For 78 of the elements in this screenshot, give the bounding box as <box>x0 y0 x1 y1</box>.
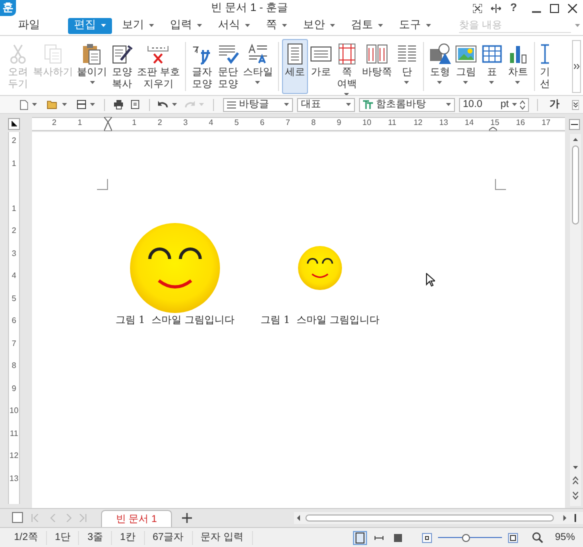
outline-dropdown[interactable]: 대표 <box>296 98 355 112</box>
menu-tab[interactable]: 입력 <box>164 18 208 34</box>
ruler-number: 11 <box>388 118 396 127</box>
ruler-number: 1 <box>78 118 82 127</box>
ruler-number: 4 <box>208 118 214 127</box>
style-dropdown[interactable]: 바탕글 <box>222 98 293 112</box>
menu-tab[interactable]: 편집 <box>68 18 112 34</box>
ruler-number: 13 <box>10 474 18 484</box>
ribbon-button[interactable]: 붙이기 <box>75 39 109 94</box>
ribbon-button[interactable]: 모양 복사 <box>109 39 135 94</box>
ribbon-button[interactable]: 스타일 <box>240 39 275 94</box>
status-text: 3줄 <box>79 530 112 544</box>
ruler-number: 1 <box>12 204 16 214</box>
zoom-reading: 95% <box>554 531 575 545</box>
ruler-number: 10 <box>362 118 372 127</box>
status-text: 1단 <box>46 530 80 544</box>
search-field[interactable]: 찾을 내용 <box>459 18 571 32</box>
ruler-number: 13 <box>439 118 448 127</box>
menu-tab[interactable]: 파일 <box>12 18 46 34</box>
ruler-number: 12 <box>414 118 422 127</box>
ribbon-button[interactable]: 기 선 <box>538 39 552 94</box>
status-text: 문자 입력 <box>192 530 252 544</box>
ruler-number: 6 <box>12 316 16 326</box>
ruler-number: 2 <box>12 136 16 146</box>
ribbon-button[interactable]: 조판 부호 지우기 <box>135 39 182 94</box>
status-text: 1칸 <box>112 530 145 544</box>
ribbon-button[interactable]: 문단 모양 <box>214 39 241 94</box>
font-dropdown[interactable]: 함초롬바탕 <box>358 98 455 112</box>
ruler-number: 7 <box>286 118 290 127</box>
font-size-field[interactable]: 10.0 pt <box>458 98 529 112</box>
ruler-number: 2 <box>52 118 56 127</box>
ruler-number: 9 <box>336 118 342 127</box>
ruler-number: 1 <box>12 158 16 168</box>
menu-tab[interactable]: 도구 <box>393 18 437 34</box>
ribbon-button[interactable]: 세로 <box>282 39 308 94</box>
menu-tab[interactable]: 보안 <box>297 18 341 34</box>
figure-caption: 그림 1 스마일 그림입니다 <box>115 315 235 327</box>
menu-tab[interactable]: 보기 <box>116 18 160 34</box>
menu-tab[interactable]: 쪽 <box>260 18 293 34</box>
ribbon-button[interactable]: 그림 <box>452 39 479 94</box>
ruler-number: 2 <box>12 226 16 236</box>
ruler-number: 16 <box>516 118 525 127</box>
ruler-number: 5 <box>12 294 16 304</box>
ruler-number: 15 <box>490 118 500 127</box>
app-logo: 훈 <box>0 0 16 16</box>
ruler-number: 3 <box>12 248 16 258</box>
ruler-number: 2 <box>158 118 162 127</box>
ruler-number: 11 <box>10 428 18 438</box>
document-tab[interactable]: 빈 문서 1 <box>100 510 172 527</box>
ribbon-button[interactable]: 도형 <box>426 39 453 94</box>
ribbon-button[interactable]: 단 <box>394 39 420 94</box>
ruler-number: 8 <box>12 361 16 371</box>
ribbon-button[interactable]: 차트 <box>504 39 531 94</box>
ruler-number: 14 <box>464 118 474 127</box>
ribbon-button[interactable]: 가로 <box>308 39 334 94</box>
ruler-number: 8 <box>311 118 316 127</box>
help-button[interactable]: ? <box>510 2 517 14</box>
window-title: 빈 문서 1 - 훈글 <box>211 0 288 16</box>
ruler-number: 1 <box>132 118 136 127</box>
menu-tab[interactable]: 검토 <box>345 18 389 34</box>
ruler-number: 17 <box>542 118 550 127</box>
status-text: 1/2쪽 <box>0 530 47 544</box>
ribbon-button[interactable]: 쪽 여백 <box>334 39 360 94</box>
ruler-number: 10 <box>10 406 18 416</box>
ruler-number: 5 <box>234 118 239 127</box>
ribbon-button[interactable]: 표 <box>478 39 505 94</box>
ruler-number: 9 <box>12 384 16 394</box>
ruler-number: 12 <box>10 451 18 461</box>
ribbon-button[interactable]: 글자 모양 <box>188 39 215 94</box>
ruler-number: 4 <box>12 271 16 281</box>
ruler-number: 6 <box>260 118 264 127</box>
ribbon-button[interactable]: 바탕쪽 <box>360 39 394 94</box>
status-text: 67글자 <box>144 530 193 544</box>
character-button[interactable]: 가 <box>546 97 564 112</box>
menu-tab[interactable]: 서식 <box>212 18 256 34</box>
figure-caption: 그림 1 스마일 그림입니다 <box>260 315 380 327</box>
ruler-number: 7 <box>12 338 16 348</box>
ruler-number: 3 <box>183 118 188 127</box>
